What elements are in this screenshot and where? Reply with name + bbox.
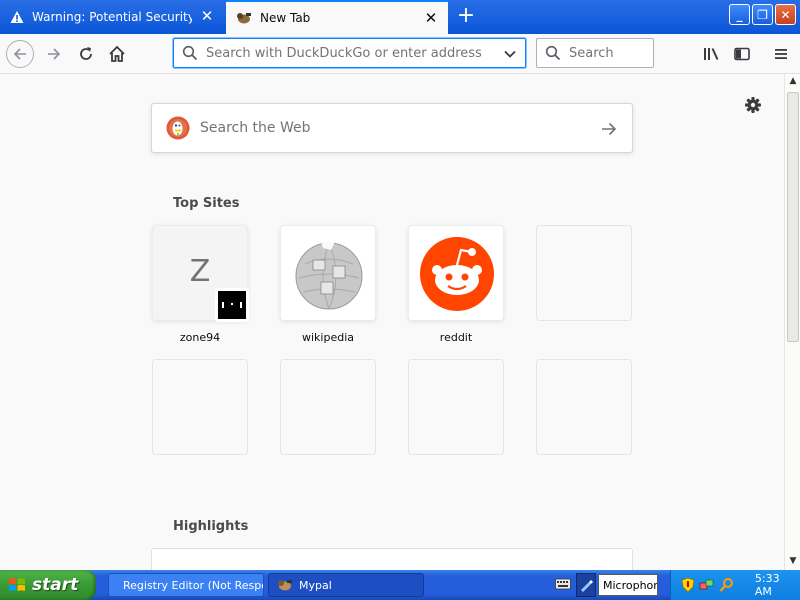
navigation-toolbar	[0, 34, 800, 74]
close-tab-icon[interactable]: ✕	[424, 11, 438, 26]
menu-button[interactable]	[767, 40, 795, 68]
reload-icon	[80, 47, 92, 60]
arrow-right-icon[interactable]	[600, 120, 618, 138]
tile-letter: Z	[189, 254, 211, 289]
pen-tool-button[interactable]	[576, 573, 596, 597]
microphone-label[interactable]: Microphone	[598, 574, 658, 596]
mypal-icon	[278, 580, 292, 591]
scroll-up-icon[interactable]: ▲	[787, 76, 799, 88]
top-site-tile-empty[interactable]	[152, 359, 248, 455]
top-site-tile-reddit[interactable]	[408, 225, 504, 321]
arrow-right-icon	[48, 48, 61, 60]
network-icon[interactable]	[699, 577, 715, 593]
mypal-icon	[237, 13, 251, 24]
minimize-button[interactable]: _	[729, 4, 750, 25]
wikipedia-globe-icon	[295, 242, 363, 310]
tile-label: reddit	[439, 331, 473, 344]
taskbar-item-registry-editor[interactable]: Registry Editor (Not Responding)	[108, 573, 264, 597]
library-icon	[704, 48, 719, 60]
reddit-icon	[420, 237, 494, 311]
url-input[interactable]	[206, 45, 496, 61]
tile-label: wikipedia	[301, 331, 354, 344]
top-site-tile-empty[interactable]	[408, 359, 504, 455]
web-search-input[interactable]	[200, 120, 590, 136]
sidebar-button[interactable]	[728, 40, 756, 68]
tab-title: New Tab	[260, 11, 311, 25]
back-button[interactable]	[6, 40, 34, 68]
task-label: Mypal	[299, 578, 332, 592]
search-icon	[182, 45, 198, 61]
top-site-tile-empty[interactable]	[280, 359, 376, 455]
chevron-down-icon[interactable]	[503, 47, 517, 61]
windows-logo-icon	[9, 578, 25, 591]
search-icon[interactable]	[719, 577, 735, 593]
forward-button[interactable]	[40, 40, 68, 68]
library-button[interactable]	[697, 40, 725, 68]
top-site-tile-zone94[interactable]: Z	[152, 225, 249, 322]
start-label: start	[32, 575, 79, 595]
close-window-button[interactable]: ✕	[775, 4, 796, 25]
zone94-favicon	[215, 288, 249, 322]
tab-strip: Warning: Potential Security Risk Ahead ✕…	[0, 0, 800, 34]
pen-icon	[581, 580, 593, 592]
highlights-heading: Highlights	[173, 519, 249, 534]
web-search-box[interactable]	[151, 103, 633, 153]
system-tray: 5:33 AM	[670, 570, 800, 600]
taskbar: start Registry Editor (Not Responding) M…	[0, 570, 800, 600]
start-button[interactable]: start	[0, 570, 96, 600]
warning-icon	[10, 11, 24, 23]
search-bar[interactable]	[536, 38, 654, 68]
search-input[interactable]	[569, 45, 649, 61]
arrow-left-icon	[13, 48, 26, 60]
security-shield-icon[interactable]	[681, 577, 695, 593]
keyboard-icon[interactable]	[555, 577, 571, 591]
search-icon	[545, 45, 561, 61]
scroll-down-icon[interactable]: ▼	[787, 556, 799, 568]
hamburger-menu-icon	[775, 49, 787, 59]
maximize-button[interactable]: ❐	[752, 4, 773, 25]
home-icon	[109, 45, 125, 62]
home-button[interactable]	[103, 40, 131, 68]
top-site-tile-empty[interactable]	[536, 359, 632, 455]
vertical-scrollbar[interactable]: ▲ ▼	[784, 74, 800, 570]
sidebar-icon	[734, 47, 750, 61]
duckduckgo-icon	[166, 116, 190, 140]
top-site-tile-empty[interactable]	[536, 225, 632, 321]
close-tab-icon[interactable]: ✕	[200, 9, 214, 24]
task-label: Registry Editor (Not Responding)	[123, 578, 263, 592]
tab-new-tab[interactable]: New Tab ✕	[226, 0, 448, 34]
tab-title: Warning: Potential Security Risk Ahead	[32, 10, 192, 24]
url-bar[interactable]	[173, 38, 526, 68]
new-tab-button[interactable]: +	[456, 5, 476, 27]
tab-warning[interactable]: Warning: Potential Security Risk Ahead ✕	[0, 0, 224, 34]
new-tab-page: Top Sites Z zone94 wikipedia	[0, 74, 784, 588]
gear-icon[interactable]	[742, 94, 764, 116]
reload-button[interactable]	[72, 40, 100, 68]
top-site-tile-wikipedia[interactable]	[280, 225, 376, 321]
clock: 5:33 AM	[754, 572, 780, 598]
top-sites-heading: Top Sites	[173, 196, 240, 211]
tile-label: zone94	[179, 331, 221, 344]
scroll-thumb[interactable]	[787, 92, 799, 342]
window-controls: _ ❐ ✕	[729, 4, 796, 25]
taskbar-item-mypal[interactable]: Mypal	[268, 573, 424, 597]
